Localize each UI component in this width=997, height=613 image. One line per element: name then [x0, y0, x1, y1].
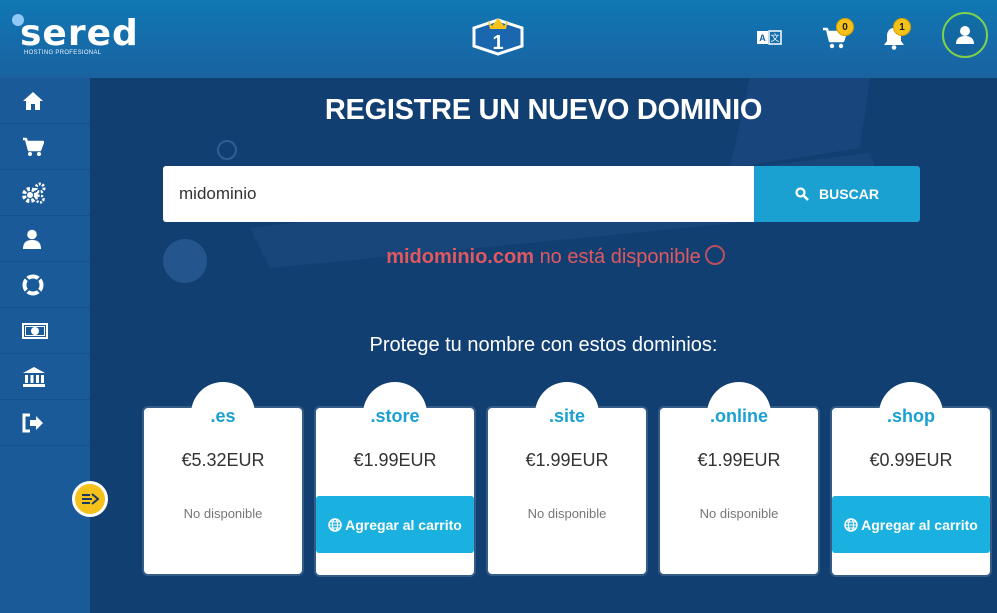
translate-icon[interactable]: A 文 — [756, 28, 782, 48]
sidebar — [0, 78, 90, 613]
sidebar-item-services[interactable] — [0, 170, 90, 216]
domain-price: €1.99EUR — [525, 450, 609, 470]
tld-label: .site — [548, 406, 586, 426]
logo-tagline: HOSTING PROFESIONAL — [24, 50, 102, 56]
domain-card-es: .es €5.32EUR No disponible — [144, 382, 302, 574]
domain-card-site: .site €1.99EUR No disponible — [488, 382, 646, 574]
notifications-count-badge: 1 — [893, 18, 911, 36]
user-icon — [956, 26, 974, 44]
domain-price: €1.99EUR — [353, 450, 437, 470]
availability-message: midominio.com no está disponible — [90, 246, 997, 269]
sidebar-item-support[interactable] — [0, 262, 90, 308]
availability-status: no está disponible — [539, 246, 701, 268]
tld-label: .store — [370, 406, 420, 426]
badge-number: 1 — [492, 32, 503, 54]
collapse-sidebar-button[interactable] — [72, 481, 108, 517]
sered-logo[interactable]: sered HOSTING PROFESIONAL — [12, 14, 138, 60]
search-button-label: BUSCAR — [819, 186, 879, 202]
logout-icon — [22, 413, 43, 432]
add-to-cart-button[interactable]: Agregar al carrito — [316, 496, 474, 553]
globe-icon — [328, 517, 342, 532]
number-one-badge-icon: 1 — [468, 14, 528, 58]
support-icon — [22, 274, 44, 295]
main-content: REGISTRE UN NUEVO DOMINIO BUSCAR midomin… — [90, 78, 997, 613]
add-to-cart-button[interactable]: Agregar al carrito — [832, 496, 990, 553]
unavailable-label: No disponible — [183, 506, 263, 521]
user-avatar-button[interactable] — [942, 12, 988, 58]
unavailable-label: No disponible — [699, 506, 779, 521]
domain-card-shop: .shop €0.99EUR Agregar al carrito — [832, 382, 990, 575]
user-icon — [23, 229, 41, 249]
collapse-arrow-icon — [82, 493, 99, 505]
tld-label: .shop — [887, 406, 935, 426]
add-to-cart-label: Agregar al carrito — [861, 516, 978, 533]
logo-text: sered — [20, 13, 139, 54]
cart-count-badge: 0 — [836, 18, 854, 36]
sidebar-item-cart[interactable] — [0, 124, 90, 170]
search-icon — [795, 187, 809, 201]
add-to-cart-label: Agregar al carrito — [345, 516, 462, 533]
sidebar-item-home[interactable] — [0, 78, 90, 124]
bank-icon — [23, 366, 45, 387]
domain-card-store: .store €1.99EUR Agregar al carrito — [316, 382, 474, 575]
domain-price: €0.99EUR — [869, 450, 953, 470]
search-button[interactable]: BUSCAR — [754, 166, 920, 222]
globe-icon — [844, 517, 858, 532]
money-icon — [22, 322, 48, 339]
svg-text:文: 文 — [770, 32, 779, 44]
sidebar-item-logout[interactable] — [0, 400, 90, 446]
domain-search-bar: BUSCAR — [163, 166, 920, 222]
domain-price: €1.99EUR — [697, 450, 781, 470]
domain-price: €5.32EUR — [181, 450, 265, 470]
sidebar-item-account[interactable] — [0, 216, 90, 262]
domain-card-online: .online €1.99EUR No disponible — [660, 382, 818, 574]
page-title: REGISTRE UN NUEVO DOMINIO — [324, 94, 763, 126]
cart-icon — [23, 137, 44, 156]
tld-label: .online — [710, 406, 768, 426]
gears-icon — [22, 182, 46, 204]
unavailable-label: No disponible — [527, 506, 607, 521]
sidebar-item-billing[interactable] — [0, 308, 90, 354]
sidebar-item-bank[interactable] — [0, 354, 90, 400]
home-icon — [23, 91, 43, 110]
svg-text:A: A — [759, 33, 766, 43]
suggestions-title: Protege tu nombre con estos dominios: — [369, 334, 718, 356]
tld-label: .es — [210, 406, 236, 426]
top-header: sered HOSTING PROFESIONAL 1 A 文 0 1 — [0, 0, 997, 78]
domain-search-input[interactable] — [163, 166, 754, 222]
searched-domain: midominio.com — [386, 246, 534, 268]
